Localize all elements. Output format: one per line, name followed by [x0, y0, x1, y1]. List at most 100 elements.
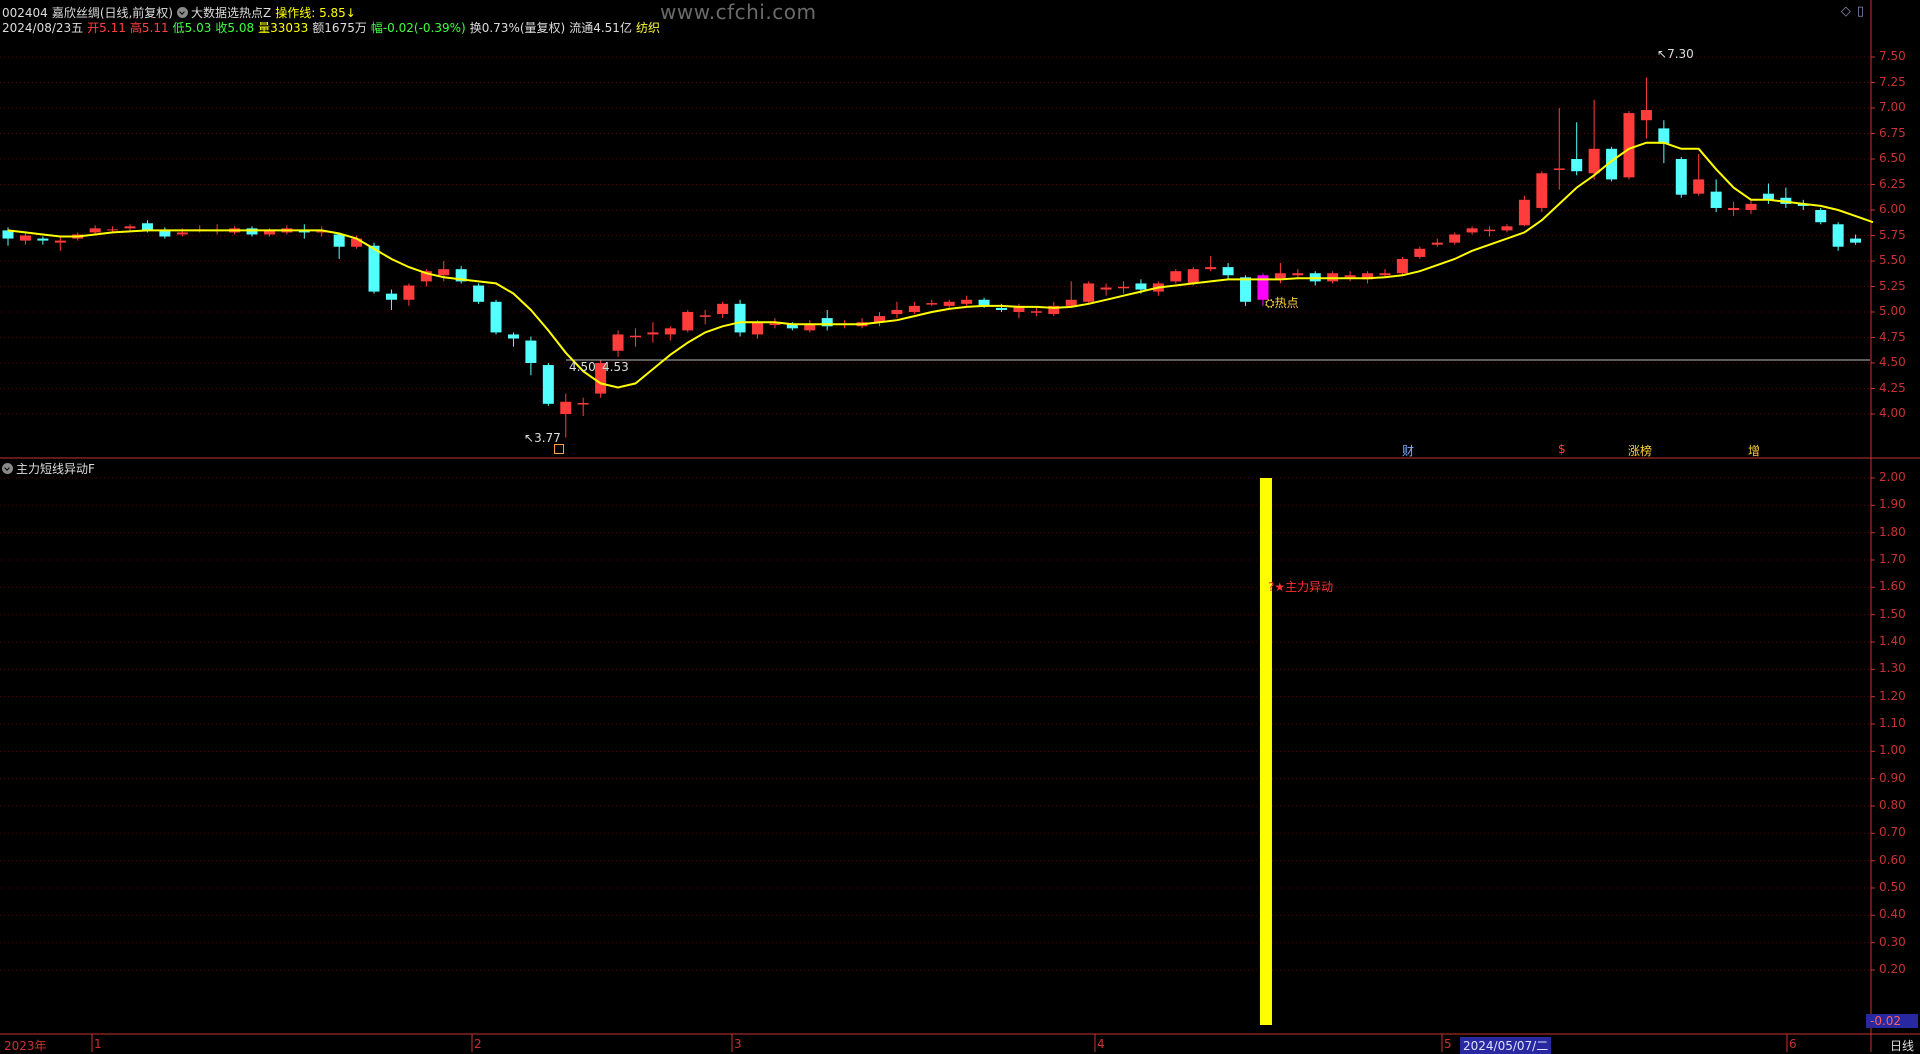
- candle: [19, 232, 31, 245]
- candle: [1571, 122, 1583, 176]
- candle: [560, 393, 572, 438]
- y-label-upper: 4.50: [1879, 355, 1906, 369]
- low-mark-label: ↖3.77: [524, 431, 561, 445]
- candle: [159, 227, 171, 239]
- candle: [717, 301, 729, 319]
- candle: [298, 224, 310, 239]
- candle: [1850, 234, 1862, 245]
- candle: [1658, 120, 1670, 164]
- y-label-upper: 6.25: [1879, 176, 1906, 191]
- y-label-upper: 6.50: [1879, 151, 1906, 165]
- y-label-upper: 4.25: [1879, 380, 1906, 395]
- candle-body: [141, 223, 153, 231]
- lower-dropdown-icon[interactable]: [2, 463, 13, 474]
- overlay-layer: [7, 141, 1874, 1025]
- candle-body: [1292, 273, 1304, 276]
- high-mark-label: ↖7.30: [1657, 47, 1694, 61]
- candle: [542, 363, 554, 406]
- lower-indicator-title: 主力短线异动F: [2, 460, 95, 477]
- candle-body: [107, 229, 119, 231]
- candle: [1466, 226, 1478, 235]
- candle: [1083, 281, 1095, 304]
- current-value-badge: -0.02: [1866, 1014, 1918, 1028]
- y-label-lower: 1.00: [1879, 743, 1906, 758]
- candle-body: [1379, 273, 1391, 276]
- candle: [1484, 226, 1496, 237]
- y-label-upper: 4.00: [1879, 406, 1906, 420]
- candle-body: [1083, 283, 1095, 302]
- candle: [525, 336, 537, 376]
- operation-line: [7, 141, 1874, 389]
- candle-body: [1501, 226, 1513, 231]
- y-label-lower: 1.10: [1879, 716, 1906, 730]
- kline-chart[interactable]: [0, 0, 1920, 1052]
- month-label-2: 2: [474, 1037, 482, 1051]
- candle-body: [176, 232, 188, 235]
- candle-body: [717, 303, 729, 315]
- candle: [682, 309, 694, 333]
- candle: [961, 295, 973, 306]
- y-label-upper: 5.50: [1879, 253, 1906, 267]
- candle: [734, 299, 746, 337]
- y-label-upper: 5.75: [1879, 227, 1906, 242]
- y-label-lower: 0.30: [1879, 934, 1906, 949]
- candle-body: [1135, 283, 1147, 290]
- candle-body: [1571, 159, 1583, 172]
- candle: [211, 224, 223, 235]
- cursor-date-label: 2024/05/07/二: [1460, 1037, 1552, 1054]
- y-label-lower: 1.90: [1879, 497, 1906, 512]
- y-label-lower: 1.40: [1879, 634, 1906, 648]
- candle: [1414, 246, 1426, 259]
- period-label[interactable]: 日线: [1890, 1037, 1914, 1054]
- candle-body: [246, 228, 258, 235]
- candle: [385, 289, 397, 310]
- candle-body: [1518, 199, 1530, 226]
- candle: [1588, 99, 1600, 180]
- candle-body: [368, 245, 380, 292]
- candle: [333, 232, 345, 259]
- hot-point-label: ⛭热点: [1265, 296, 1299, 310]
- candle: [507, 332, 519, 347]
- y-label-lower: 0.90: [1879, 770, 1906, 785]
- candle-body: [1623, 113, 1635, 178]
- candle: [629, 328, 641, 347]
- candle: [647, 322, 659, 343]
- candle-body: [1588, 148, 1600, 174]
- month-label-5: 5: [1444, 1037, 1452, 1051]
- h-line-right-label: 4.53: [602, 360, 629, 374]
- event-up-list[interactable]: 涨榜: [1628, 442, 1652, 459]
- candle-body: [403, 285, 415, 300]
- y-label-lower: 0.70: [1879, 825, 1906, 840]
- candle: [1780, 187, 1792, 208]
- candle: [804, 320, 816, 333]
- candle: [37, 236, 49, 245]
- candle-body: [560, 401, 572, 414]
- event-dollar[interactable]: $: [1558, 442, 1566, 456]
- event-increase[interactable]: 增: [1748, 442, 1760, 459]
- month-label-1: 1: [94, 1037, 102, 1051]
- candle-body: [490, 301, 502, 333]
- candle: [577, 397, 589, 417]
- y-label-lower: 0.50: [1879, 880, 1906, 894]
- candle-body: [682, 312, 694, 331]
- candle-body: [1832, 224, 1844, 247]
- candle: [246, 226, 258, 237]
- candle-body: [54, 240, 66, 243]
- event-finance[interactable]: 财: [1402, 442, 1414, 459]
- signal-label: ?★主力异动: [1268, 580, 1334, 594]
- candle: [1396, 256, 1408, 276]
- candle-body: [19, 235, 31, 241]
- candle-body: [751, 322, 763, 335]
- candle: [490, 299, 502, 335]
- candle-body: [1658, 128, 1670, 144]
- candle-body: [612, 334, 624, 351]
- month-label-6: 6: [1789, 1037, 1797, 1051]
- candle: [1536, 171, 1548, 213]
- y-label-lower: 0.80: [1879, 798, 1906, 812]
- candle-body: [1170, 271, 1182, 282]
- candle: [1431, 238, 1443, 247]
- candle-body: [1815, 210, 1827, 223]
- candle-body: [1675, 159, 1687, 195]
- event-box-icon[interactable]: [554, 444, 564, 454]
- y-label-upper: 6.75: [1879, 125, 1906, 140]
